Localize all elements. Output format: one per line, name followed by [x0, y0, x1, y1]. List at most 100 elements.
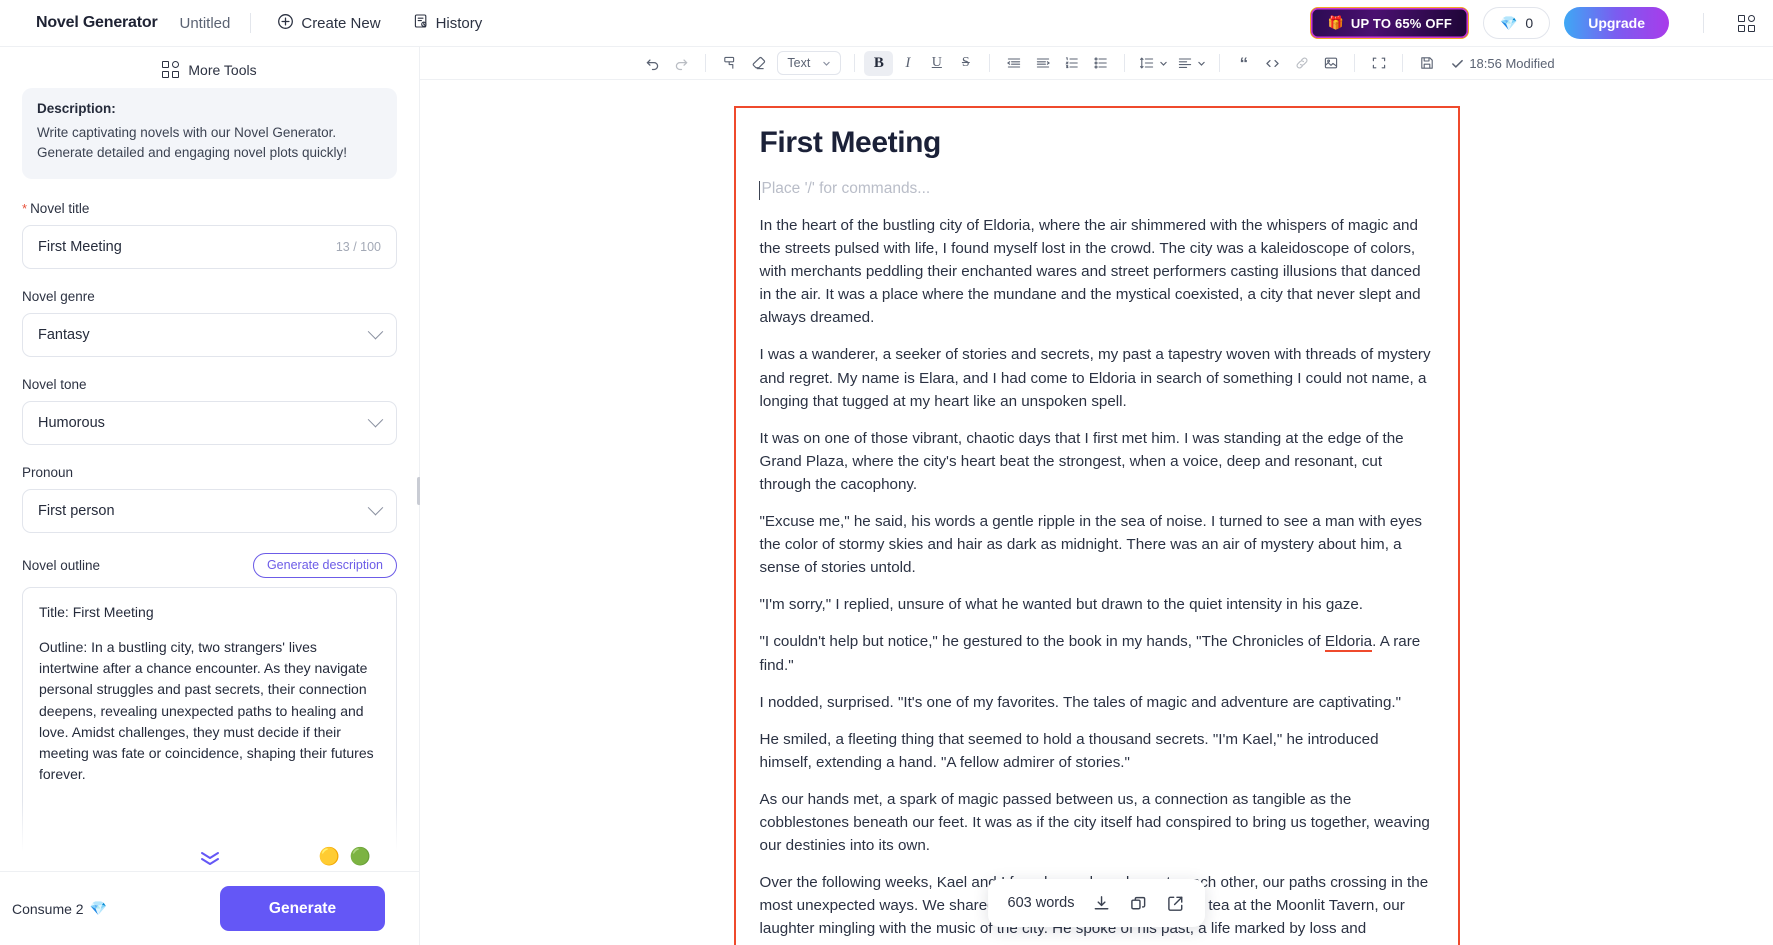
novel-tone-field: Novel tone Humorous	[22, 377, 397, 445]
consume-label: Consume 2 💎	[12, 900, 107, 917]
app-brand: Novel Generator	[36, 14, 158, 31]
novel-tone-select[interactable]: Humorous	[22, 400, 397, 445]
save-status-text: 18:56 Modified	[1469, 55, 1555, 71]
pronoun-field: Pronoun First person	[22, 465, 397, 533]
download-icon[interactable]	[1092, 894, 1111, 913]
save-status: 18:56 Modified	[1451, 55, 1555, 71]
novel-title-input[interactable]	[38, 238, 328, 255]
indent-icon[interactable]	[1028, 51, 1057, 76]
divider	[705, 54, 707, 72]
fullscreen-icon[interactable]	[1364, 51, 1393, 76]
generate-description-button[interactable]: Generate description	[252, 552, 397, 578]
divider	[1402, 54, 1404, 72]
novel-tone-value: Humorous	[38, 414, 105, 431]
novel-outline-label: Novel outline	[22, 557, 101, 573]
document-paragraph[interactable]: In the heart of the bustling city of Eld…	[760, 214, 1434, 329]
document-paragraph[interactable]: He smiled, a fleeting thing that seemed …	[760, 728, 1434, 774]
divider	[1124, 54, 1126, 72]
document-paragraph[interactable]: It was on one of those vibrant, chaotic …	[760, 427, 1434, 496]
history-icon	[413, 13, 429, 33]
underline-icon[interactable]: U	[922, 51, 951, 76]
emoji-yellow[interactable]: 🟡	[319, 848, 340, 865]
credits-button[interactable]: 💎 0	[1482, 7, 1551, 39]
divider	[1354, 54, 1356, 72]
code-icon[interactable]	[1258, 51, 1287, 76]
grid-icon	[162, 61, 180, 78]
bold-icon[interactable]: B	[864, 50, 894, 76]
diamond-icon: 💎	[89, 900, 108, 916]
ordered-list-icon[interactable]	[1057, 51, 1086, 76]
history-label: History	[435, 14, 483, 32]
pronoun-value: First person	[38, 502, 115, 519]
copy-icon[interactable]	[1129, 894, 1148, 913]
novel-genre-select[interactable]: Fantasy	[22, 312, 397, 357]
quote-icon[interactable]: “	[1229, 51, 1258, 76]
history-button[interactable]: History	[407, 8, 489, 38]
document-title[interactable]: Untitled	[180, 15, 231, 32]
block-type-select[interactable]: Text	[777, 51, 842, 75]
create-new-button[interactable]: Create New	[271, 8, 386, 39]
eraser-icon[interactable]	[744, 51, 773, 76]
document-command-placeholder[interactable]: Place '/' for commands...	[758, 180, 1434, 200]
novel-title-field: * Novel title 13 / 100	[22, 201, 397, 269]
promo-banner-button[interactable]: 🎁 UP TO 65% OFF	[1310, 7, 1469, 39]
generate-button[interactable]: Generate	[220, 886, 385, 931]
top-bar: Novel Generator Untitled Create New Hist…	[0, 0, 1773, 47]
document-paragraph[interactable]: I was a wanderer, a seeker of stories an…	[760, 343, 1434, 412]
document-paragraph[interactable]: I nodded, surprised. "It's one of my fav…	[760, 691, 1434, 714]
link-icon[interactable]	[1287, 51, 1316, 76]
save-icon[interactable]	[1412, 51, 1441, 76]
block-type-value: Text	[787, 56, 811, 70]
divider	[250, 13, 252, 33]
more-tools-button[interactable]: More Tools	[0, 47, 419, 84]
document-page[interactable]: First Meeting Place '/' for commands... …	[733, 106, 1460, 945]
redo-icon[interactable]	[667, 51, 696, 76]
document-heading[interactable]: First Meeting	[760, 126, 1434, 160]
novel-title-input-wrap[interactable]: 13 / 100	[22, 224, 397, 269]
format-toolbar: Text B I U S “ 18:56 Modified	[420, 47, 1773, 80]
description-title: Description:	[37, 101, 116, 116]
novel-genre-label: Novel genre	[22, 288, 95, 304]
emoji-green[interactable]: 🟢	[350, 848, 371, 865]
line-height-icon[interactable]	[1134, 51, 1172, 76]
undo-icon[interactable]	[638, 51, 667, 76]
consume-text: Consume 2	[12, 900, 84, 917]
paragraph-text-before: "I couldn't help but notice," he gesture…	[759, 633, 1325, 651]
document-paragraph[interactable]: As our hands met, a spark of magic passe…	[760, 788, 1434, 857]
document-action-toolbar: 603 words	[987, 879, 1206, 927]
document-paragraph[interactable]: "I'm sorry," I replied, unsure of what h…	[760, 593, 1434, 616]
align-icon[interactable]	[1172, 51, 1210, 76]
novel-outline-field: Novel outline Generate description Title…	[22, 552, 397, 871]
diamond-icon: 💎	[1499, 14, 1518, 31]
sidebar-footer: Consume 2 💎 Generate	[0, 871, 419, 945]
novel-title-counter: 13 / 100	[335, 239, 381, 254]
sidebar-form: Description: Write captivating novels wi…	[0, 84, 419, 871]
outline-line-body: Outline: In a bustling city, two strange…	[39, 638, 374, 783]
format-painter-icon[interactable]	[715, 51, 744, 76]
divider	[1703, 13, 1704, 33]
novel-outline-header: Novel outline Generate description	[22, 552, 397, 578]
check-icon	[1452, 59, 1464, 68]
more-tools-label: More Tools	[188, 61, 257, 78]
apps-grid-icon[interactable]	[1738, 14, 1755, 32]
external-link-icon[interactable]	[1166, 894, 1185, 913]
credits-value: 0	[1525, 15, 1534, 31]
required-marker: *	[22, 200, 28, 216]
pronoun-select[interactable]: First person	[22, 488, 397, 533]
bullet-list-icon[interactable]	[1086, 51, 1115, 76]
strikethrough-icon[interactable]: S	[951, 51, 980, 76]
document-paragraph-with-spellcheck[interactable]: "I couldn't help but notice," he gesture…	[760, 630, 1434, 676]
text-caret	[758, 181, 760, 200]
novel-outline-textarea[interactable]: Title: First Meeting Outline: In a bustl…	[22, 586, 397, 871]
outdent-icon[interactable]	[999, 51, 1028, 76]
outline-line-title: Title: First Meeting	[39, 603, 154, 620]
emoji-reaction-group[interactable]: 🟡 🟢	[319, 848, 371, 865]
document-scroll-area[interactable]: First Meeting Place '/' for commands... …	[420, 80, 1773, 945]
upgrade-button[interactable]: Upgrade	[1564, 7, 1669, 39]
misspelled-word[interactable]: Eldoria	[1324, 633, 1373, 653]
image-icon[interactable]	[1316, 51, 1345, 76]
document-paragraph[interactable]: "Excuse me," he said, his words a gentle…	[760, 510, 1434, 579]
pronoun-label: Pronoun	[22, 464, 74, 480]
italic-icon[interactable]: I	[893, 51, 922, 76]
divider	[1219, 54, 1221, 72]
